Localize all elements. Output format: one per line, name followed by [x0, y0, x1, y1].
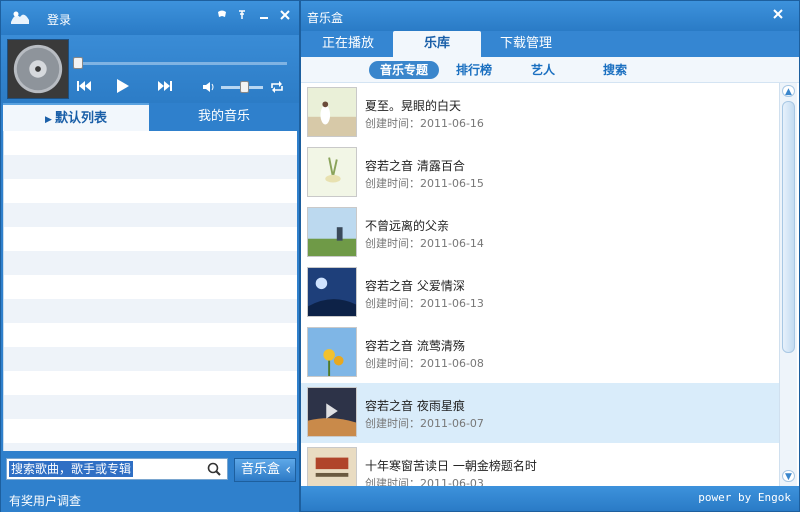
list-item[interactable]: 容若之音 清露百合 创建时间：2011-06-15: [301, 143, 779, 203]
login-link[interactable]: 登录: [47, 11, 71, 28]
tab-download-manager[interactable]: 下载管理: [485, 31, 567, 57]
scroll-down-icon[interactable]: ▼: [782, 470, 795, 482]
scrollbar[interactable]: ▲ ▼: [779, 83, 797, 486]
subtab-charts[interactable]: 排行榜: [451, 61, 497, 79]
progress-thumb[interactable]: [73, 57, 83, 69]
cd-album-art-icon: [7, 39, 69, 99]
list-item[interactable]: 夏至。晃眼的白天 创建时间：2011-06-16: [301, 83, 779, 143]
skin-icon[interactable]: [215, 9, 229, 23]
musicbox-window: 音乐盒 正在播放 乐库 下载管理 音乐专题 排行榜 艺人 搜索 夏至。晃眼的白天…: [300, 0, 800, 512]
chevron-left-icon: ‹: [285, 462, 291, 478]
scroll-thumb[interactable]: [782, 101, 795, 353]
list-item[interactable]: 容若之音 夜雨星痕 创建时间：2011-06-07: [301, 383, 779, 443]
topic-date: 创建时间：2011-06-08: [365, 357, 484, 370]
subtab-artists[interactable]: 艺人: [525, 61, 561, 79]
topic-date: 创建时间：2011-06-14: [365, 237, 484, 250]
list-item[interactable]: 十年寒窗苦读日 一朝金榜题名时 创建时间：2011-06-03: [301, 443, 779, 486]
next-track-button[interactable]: [156, 77, 174, 95]
topic-thumbnail: [307, 447, 357, 486]
scroll-up-icon[interactable]: ▲: [782, 85, 795, 97]
musicbox-title: 音乐盒: [307, 11, 344, 25]
topic-title: 不曾远离的父亲: [365, 219, 450, 233]
musicbox-button[interactable]: 音乐盒 ‹: [234, 458, 296, 482]
player-footer: 有奖用户调查: [1, 487, 299, 512]
powered-by-text: power by Engok: [698, 491, 791, 504]
list-item[interactable]: 容若之音 父爱情深 创建时间：2011-06-13: [301, 263, 779, 323]
progress-bar[interactable]: [77, 62, 287, 65]
musicbox-titlebar: 音乐盒: [301, 1, 799, 31]
topic-thumbnail: [307, 387, 357, 437]
topic-list: 夏至。晃眼的白天 创建时间：2011-06-16 容若之音 清露百合 创建时间：…: [301, 83, 779, 486]
musicbox-footer: power by Engok: [301, 486, 799, 511]
topic-date: 创建时间：2011-06-15: [365, 177, 484, 190]
subtab-search[interactable]: 搜索: [597, 61, 633, 79]
topic-title: 容若之音 父爱情深: [365, 279, 465, 293]
playlist[interactable]: [3, 131, 297, 451]
list-item[interactable]: 不曾远离的父亲 创建时间：2011-06-14: [301, 203, 779, 263]
previous-track-button[interactable]: [75, 77, 93, 95]
pin-icon[interactable]: [235, 9, 249, 23]
player-controls: [1, 35, 299, 103]
close-icon[interactable]: [278, 9, 292, 23]
topic-date: 创建时间：2011-06-07: [365, 417, 484, 430]
player-window: 登录 ▶ 默认列表 我的音乐 搜索歌曲，歌手或专辑 音乐盒 ‹ 有奖用户调查: [0, 0, 300, 512]
subtab-music-topics[interactable]: 音乐专题: [369, 61, 439, 79]
search-icon[interactable]: [206, 461, 222, 477]
topic-thumbnail: [307, 267, 357, 317]
topic-title: 夏至。晃眼的白天: [365, 99, 462, 113]
triangle-right-icon: ▶: [44, 115, 56, 125]
player-tabs: ▶ 默认列表 我的音乐: [1, 103, 299, 131]
app-logo-icon: [11, 11, 29, 24]
tab-library[interactable]: 乐库: [393, 31, 481, 57]
topic-title: 十年寒窗苦读日 一朝金榜题名时: [365, 459, 537, 473]
topic-title: 容若之音 夜雨星痕: [365, 399, 465, 413]
topic-date: 创建时间：2011-06-03: [365, 477, 484, 486]
topic-thumbnail: [307, 327, 357, 377]
tab-my-music[interactable]: 我的音乐: [149, 103, 299, 131]
topic-thumbnail: [307, 207, 357, 257]
topic-title: 容若之音 清露百合: [365, 159, 465, 173]
survey-link[interactable]: 有奖用户调查: [9, 492, 81, 509]
close-icon[interactable]: [773, 8, 783, 23]
topic-date: 创建时间：2011-06-16: [365, 117, 484, 130]
volume-thumb[interactable]: [240, 81, 249, 93]
play-button[interactable]: [113, 77, 131, 95]
list-item[interactable]: 容若之音 流莺清殇 创建时间：2011-06-08: [301, 323, 779, 383]
library-subnav: 音乐专题 排行榜 艺人 搜索: [301, 57, 799, 83]
topic-thumbnail: [307, 147, 357, 197]
topic-title: 容若之音 流莺清殇: [365, 339, 465, 353]
topic-thumbnail: [307, 87, 357, 137]
search-input-value[interactable]: 搜索歌曲，歌手或专辑: [9, 461, 134, 477]
volume-icon[interactable]: [202, 80, 216, 94]
tab-default-list[interactable]: ▶ 默认列表: [3, 103, 149, 131]
tab-now-playing[interactable]: 正在播放: [307, 31, 389, 57]
repeat-icon[interactable]: [269, 79, 285, 95]
topic-date: 创建时间：2011-06-13: [365, 297, 484, 310]
player-titlebar: 登录: [1, 1, 299, 35]
search-bar: 搜索歌曲，歌手或专辑 音乐盒 ‹: [1, 453, 299, 487]
minimize-icon[interactable]: [257, 9, 271, 23]
musicbox-tabs: 正在播放 乐库 下载管理: [301, 31, 799, 57]
